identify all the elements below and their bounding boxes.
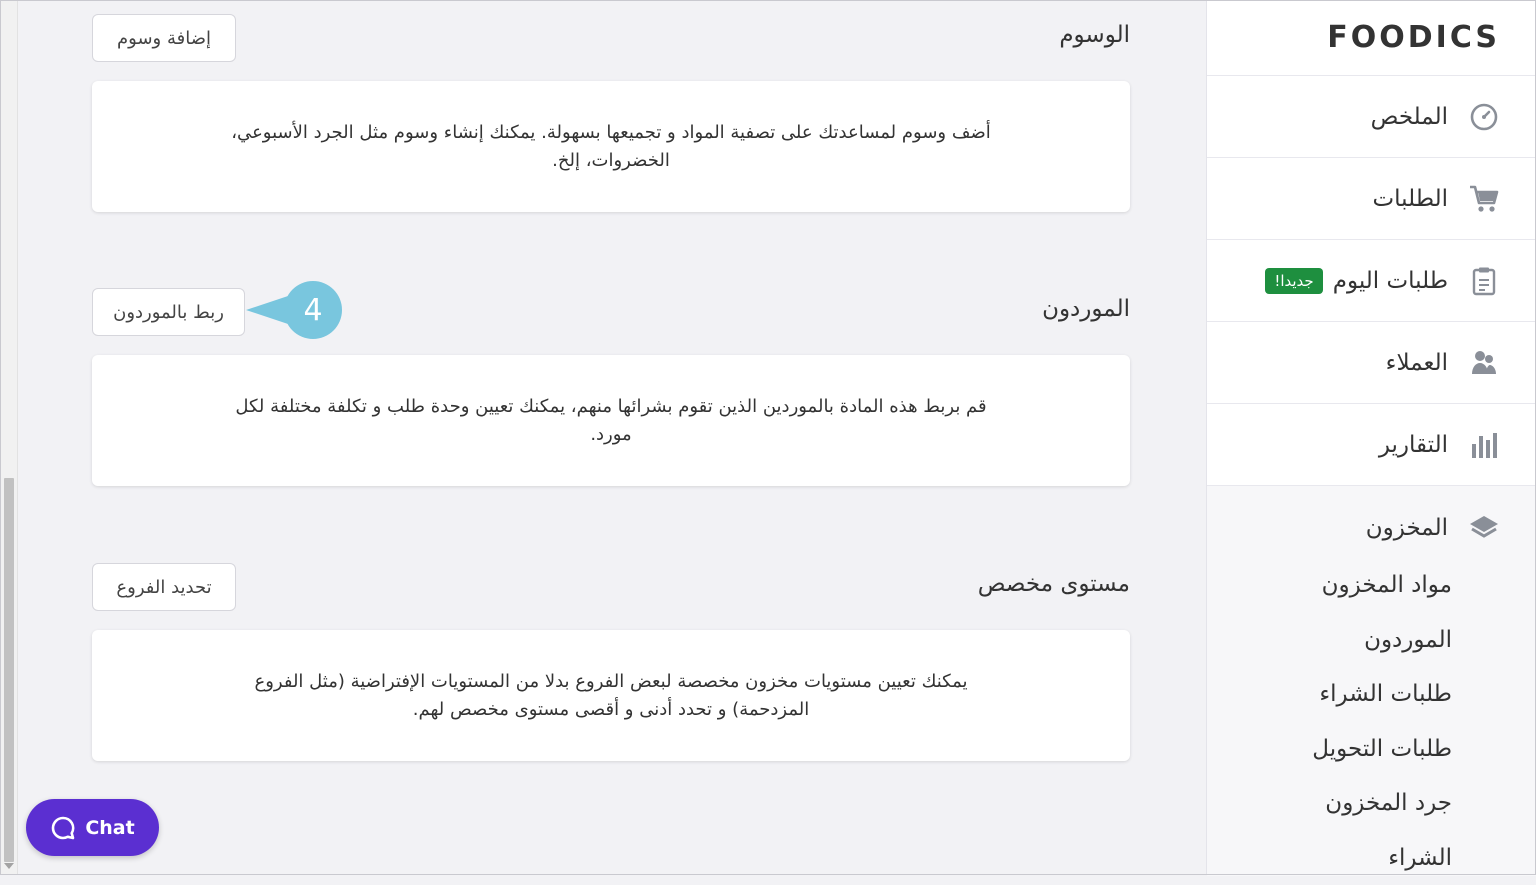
sidebar-subitem-inventory-count[interactable]: جرد المخزون [1207, 776, 1536, 831]
suppliers-description: قم بربط هذه المادة بالموردين الذين تقوم … [221, 393, 1001, 449]
sidebar-subitem-purchasing[interactable]: الشراء [1207, 831, 1536, 885]
link-suppliers-button[interactable]: ربط بالموردون [92, 288, 245, 336]
new-badge: جديدا! [1265, 268, 1322, 294]
sidebar-item-label: طلبات اليوم [1333, 268, 1448, 294]
sidebar-item-customers[interactable]: العملاء [1207, 322, 1536, 404]
sidebar: FOODICS الملخص الطلبات طلبات اليوم جديدا… [1206, 0, 1536, 875]
tags-section-title: الوسوم [1059, 22, 1130, 48]
sidebar-subitem-inventory-items[interactable]: مواد المخزون [1207, 558, 1536, 613]
foodics-logo[interactable]: FOODICS [1207, 0, 1536, 76]
dashboard-gauge-icon [1468, 101, 1500, 133]
tags-description: أضف وسوم لمساعدتك على تصفية المواد و تجم… [221, 119, 1001, 175]
sidebar-item-todays-orders[interactable]: طلبات اليوم جديدا! [1207, 240, 1536, 322]
sidebar-subitem-transfer-orders[interactable]: طلبات التحويل [1207, 722, 1536, 777]
clipboard-icon [1468, 265, 1500, 297]
custom-level-description: يمكنك تعيين مستويات مخزون مخصصة لبعض الف… [221, 668, 1001, 724]
custom-level-section-title: مستوى مخصص [978, 571, 1130, 597]
callout-number: 4 [284, 281, 342, 339]
inventory-submenu: مواد المخزون الموردون طلبات الشراء طلبات… [1207, 558, 1536, 885]
sidebar-item-reports[interactable]: التقارير [1207, 404, 1536, 486]
sidebar-item-label: الملخص [1371, 104, 1448, 130]
sidebar-inventory-group: المخزون مواد المخزون الموردون طلبات الشر… [1207, 486, 1536, 876]
chat-label: Chat [85, 817, 134, 839]
chat-bubble-icon [50, 815, 76, 841]
sidebar-subitem-suppliers[interactable]: الموردون [1207, 613, 1536, 668]
select-branches-button[interactable]: تحديد الفروع [92, 563, 236, 611]
suppliers-section-title: الموردون [1042, 296, 1130, 322]
add-tags-button[interactable]: إضافة وسوم [92, 14, 236, 62]
sidebar-item-label: العملاء [1386, 350, 1448, 376]
scrollbar-thumb[interactable] [4, 478, 14, 862]
page-scrollbar[interactable] [0, 0, 18, 875]
custom-level-info-card: يمكنك تعيين مستويات مخزون مخصصة لبعض الف… [92, 630, 1130, 761]
chat-button[interactable]: Chat [26, 799, 159, 856]
sidebar-item-label: المخزون [1366, 515, 1448, 541]
logo-text: FOODICS [1327, 20, 1500, 55]
sidebar-item-label: الطلبات [1373, 186, 1448, 212]
tags-info-card: أضف وسوم لمساعدتك على تصفية المواد و تجم… [92, 81, 1130, 212]
sidebar-item-summary[interactable]: الملخص [1207, 76, 1536, 158]
bar-chart-icon [1468, 429, 1500, 461]
suppliers-info-card: قم بربط هذه المادة بالموردين الذين تقوم … [92, 355, 1130, 486]
customers-icon [1468, 347, 1500, 379]
sidebar-item-orders[interactable]: الطلبات [1207, 158, 1536, 240]
sidebar-item-inventory[interactable]: المخزون [1207, 508, 1536, 548]
layers-icon [1468, 512, 1500, 544]
scroll-down-arrow-icon[interactable] [4, 863, 14, 869]
step-callout: 4 [246, 281, 342, 339]
cart-icon [1468, 183, 1500, 215]
sidebar-subitem-purchase-orders[interactable]: طلبات الشراء [1207, 667, 1536, 722]
sidebar-item-label: التقارير [1379, 432, 1448, 458]
